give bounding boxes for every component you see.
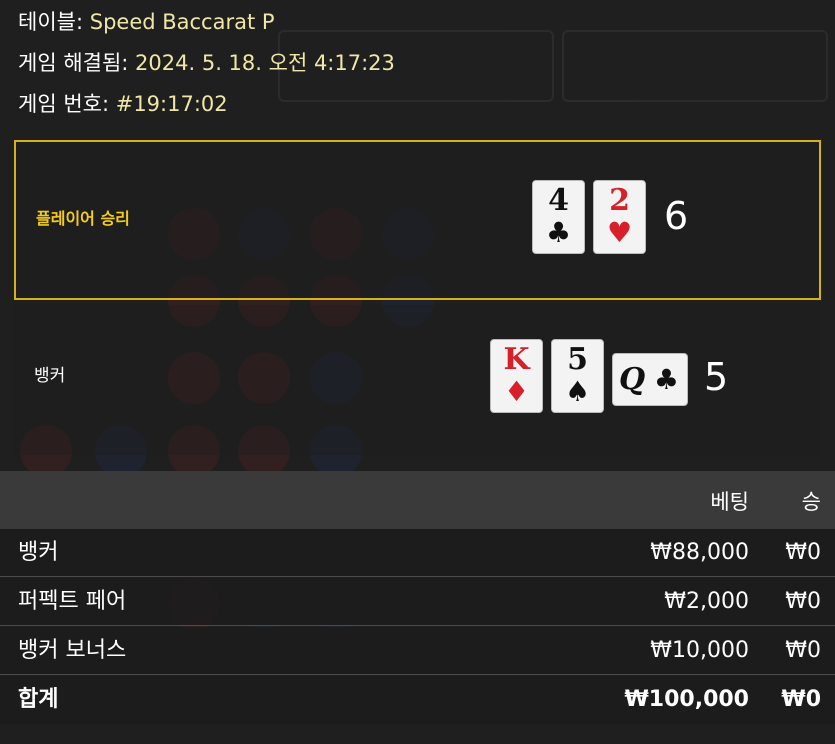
spade-icon: ♠ <box>564 375 591 408</box>
banker-hand-panel: 뱅커 K ♦ 5 ♠ Q ♣ 5 <box>14 305 821 455</box>
club-icon: ♣ <box>653 363 679 396</box>
bet-amount: ₩2,000 <box>664 589 749 614</box>
bet-amount: ₩10,000 <box>650 638 749 663</box>
bet-name: 뱅커 <box>18 540 59 565</box>
game-number-line: 게임 번호: #19:17:02 <box>18 82 395 123</box>
banker-card-2: 5 ♠ <box>551 339 604 413</box>
table-row: 뱅커 보너스 ₩10,000 ₩0 <box>0 627 835 675</box>
resolved-time-line: 게임 해결됨: 2024. 5. 18. 오전 4:17:23 <box>18 41 395 82</box>
banker-label: 뱅커 <box>34 366 66 386</box>
win-amount: ₩0 <box>785 540 821 565</box>
game-number-value: #19:17:02 <box>115 92 228 116</box>
bet-column-header: 베팅 <box>710 490 749 514</box>
player-hand-panel: 플레이어 승리 4 ♣ 2 ♥ 6 <box>14 140 821 300</box>
total-row: 합계 ₩100,000 ₩0 <box>0 676 835 724</box>
resolved-value: 2024. 5. 18. 오전 4:17:23 <box>135 51 395 75</box>
game-info-header: 테이블: Speed Baccarat P 게임 해결됨: 2024. 5. 1… <box>18 0 395 123</box>
club-icon: ♣ <box>545 216 572 249</box>
bet-amount: ₩88,000 <box>650 540 749 565</box>
total-label: 합계 <box>18 687 59 712</box>
table-row: 뱅커 ₩88,000 ₩0 <box>0 529 835 577</box>
game-number-label: 게임 번호: <box>18 92 110 116</box>
total-bet-amount: ₩100,000 <box>624 687 749 712</box>
bets-table-header: 베팅 승 <box>0 471 835 529</box>
diamond-icon: ♦ <box>503 375 530 408</box>
banker-card-3-sideways: Q ♣ <box>612 353 688 406</box>
win-amount: ₩0 <box>785 638 821 663</box>
card-rank: 5 <box>567 342 588 377</box>
player-score: 6 <box>664 194 689 238</box>
heart-icon: ♥ <box>606 216 633 249</box>
card-rank: K <box>503 342 530 377</box>
table-name-line: 테이블: Speed Baccarat P <box>18 0 395 41</box>
player-card-1: 4 ♣ <box>532 180 585 254</box>
bet-name: 퍼펙트 페어 <box>18 589 127 614</box>
card-rank: 2 <box>609 183 630 218</box>
table-label: 테이블: <box>18 10 84 34</box>
card-rank: Q <box>619 362 646 397</box>
total-win-amount: ₩0 <box>781 687 821 712</box>
table-value: Speed Baccarat P <box>89 10 275 34</box>
banker-card-1: K ♦ <box>490 339 543 413</box>
table-row: 퍼펙트 페어 ₩2,000 ₩0 <box>0 578 835 626</box>
player-result-label: 플레이어 승리 <box>36 209 130 228</box>
player-card-2: 2 ♥ <box>593 180 646 254</box>
card-rank: 4 <box>548 183 569 218</box>
banker-score: 5 <box>704 355 729 399</box>
win-amount: ₩0 <box>785 589 821 614</box>
resolved-label: 게임 해결됨: <box>18 51 129 75</box>
win-column-header: 승 <box>801 490 821 514</box>
bet-name: 뱅커 보너스 <box>18 638 127 663</box>
